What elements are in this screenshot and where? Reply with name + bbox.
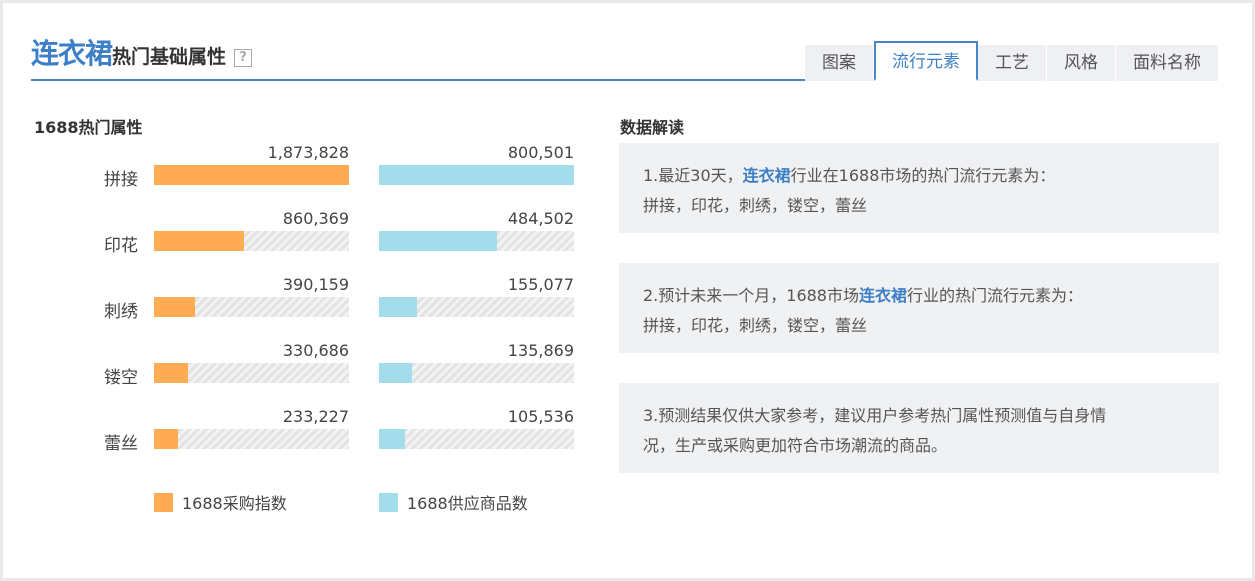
legend-label-supply: 1688供应商品数 xyxy=(407,494,528,513)
bar-value-label: 800,501 xyxy=(507,143,574,162)
bar-track xyxy=(379,231,574,251)
bar-track xyxy=(154,429,349,449)
bar-track xyxy=(154,363,349,383)
tab-fabric-name[interactable]: 面料名称 xyxy=(1116,45,1219,81)
help-icon[interactable]: ? xyxy=(234,49,253,67)
header: 连衣裙热门基础属性? 图案 流行元素 工艺 风格 面料名称 xyxy=(31,30,1219,81)
bar-track xyxy=(379,363,574,383)
bar-track xyxy=(379,297,574,317)
interp-text: 3.预测结果仅供大家参考，建议用户参考热门属性预测值与自身情 xyxy=(643,406,1107,425)
bar-track xyxy=(379,165,574,185)
bar[interactable] xyxy=(379,165,574,185)
interp-highlight: 连衣裙 xyxy=(859,286,908,305)
interp-text: 行业在1688市场的热门流行元素为： xyxy=(790,166,1056,185)
bar-chart: 拼接 1,873,828 800,501 印花 860,369 484,502 刺绣 390,… xyxy=(92,140,592,460)
bar[interactable] xyxy=(379,297,417,317)
interp-elements: 拼接，印花，刺绣，镂空，蕾丝 xyxy=(643,316,868,335)
interpretation-box-1: 1.最近30天，连衣裙行业在1688市场的热门流行元素为： 拼接，印花，刺绣，镂… xyxy=(619,143,1219,233)
interp-disclaimer: 况，生产或采购更加符合市场潮流的商品。 xyxy=(643,436,948,455)
interpretation-box-2: 2.预计未来一个月，1688市场连衣裙行业的热门流行元素为： 拼接，印花，刺绣，… xyxy=(619,263,1219,353)
left-section-title: 1688热门属性 xyxy=(34,118,143,137)
title-text: 热门基础属性 xyxy=(112,46,227,68)
bar-value-label: 233,227 xyxy=(282,407,349,426)
bar-value-label: 135,869 xyxy=(507,341,574,360)
tab-style[interactable]: 风格 xyxy=(1047,45,1116,81)
category-label: 印花 xyxy=(104,236,138,256)
category-name: 连衣裙 xyxy=(31,37,113,70)
interpretation-line: 3.预测结果仅供大家参考，建议用户参考热门属性预测值与自身情 xyxy=(643,401,1195,431)
bar-track xyxy=(154,231,349,251)
bar[interactable] xyxy=(154,429,179,449)
interpretation-box-3: 3.预测结果仅供大家参考，建议用户参考热门属性预测值与自身情 况，生产或采购更加… xyxy=(619,383,1219,473)
category-label: 镂空 xyxy=(104,368,138,388)
bar-value-label: 155,077 xyxy=(507,275,574,294)
bar[interactable] xyxy=(379,363,413,383)
bar[interactable] xyxy=(379,429,405,449)
interp-elements: 拼接，印花，刺绣，镂空，蕾丝 xyxy=(643,196,868,215)
interpretation-line: 1.最近30天，连衣裙行业在1688市场的热门流行元素为： xyxy=(643,161,1195,191)
bar[interactable] xyxy=(154,231,244,251)
tab-trend-elements[interactable]: 流行元素 xyxy=(874,41,978,81)
legend-swatch-blue xyxy=(379,492,398,512)
legend-supply: 1688供应商品数 xyxy=(379,490,528,514)
page-title: 连衣裙热门基础属性? xyxy=(31,32,253,72)
tab-craft[interactable]: 工艺 xyxy=(978,45,1047,81)
bar-track xyxy=(154,297,349,317)
category-label: 刺绣 xyxy=(104,302,138,322)
bar-value-label: 1,873,828 xyxy=(267,143,349,162)
bar-value-label: 105,536 xyxy=(507,407,574,426)
tab-pattern[interactable]: 图案 xyxy=(805,45,874,81)
bar-value-label: 390,159 xyxy=(282,275,349,294)
bar[interactable] xyxy=(154,165,349,185)
interp-highlight: 连衣裙 xyxy=(742,166,791,185)
category-label: 蕾丝 xyxy=(104,434,138,454)
bar-value-label: 484,502 xyxy=(507,209,574,228)
bar[interactable] xyxy=(379,231,498,251)
interp-text: 1.最近30天， xyxy=(643,166,743,185)
interpretation-line: 2.预计未来一个月，1688市场连衣裙行业的热门流行元素为： xyxy=(643,281,1195,311)
category-label: 拼接 xyxy=(104,170,138,190)
legend-swatch-orange xyxy=(154,492,173,512)
legend-purchase: 1688采购指数 xyxy=(154,490,287,514)
tab-bar: 图案 流行元素 工艺 风格 面料名称 xyxy=(805,41,1219,81)
bar-track xyxy=(379,429,574,449)
bar-track xyxy=(154,165,349,185)
right-section-title: 数据解读 xyxy=(620,118,685,137)
legend-label-purchase: 1688采购指数 xyxy=(182,494,287,513)
bar[interactable] xyxy=(154,297,195,317)
bar-value-label: 860,369 xyxy=(282,209,349,228)
bar-value-label: 330,686 xyxy=(282,341,349,360)
bar[interactable] xyxy=(154,363,189,383)
interp-text: 行业的热门流行元素为： xyxy=(907,286,1084,305)
interp-text: 2.预计未来一个月，1688市场 xyxy=(643,286,859,305)
